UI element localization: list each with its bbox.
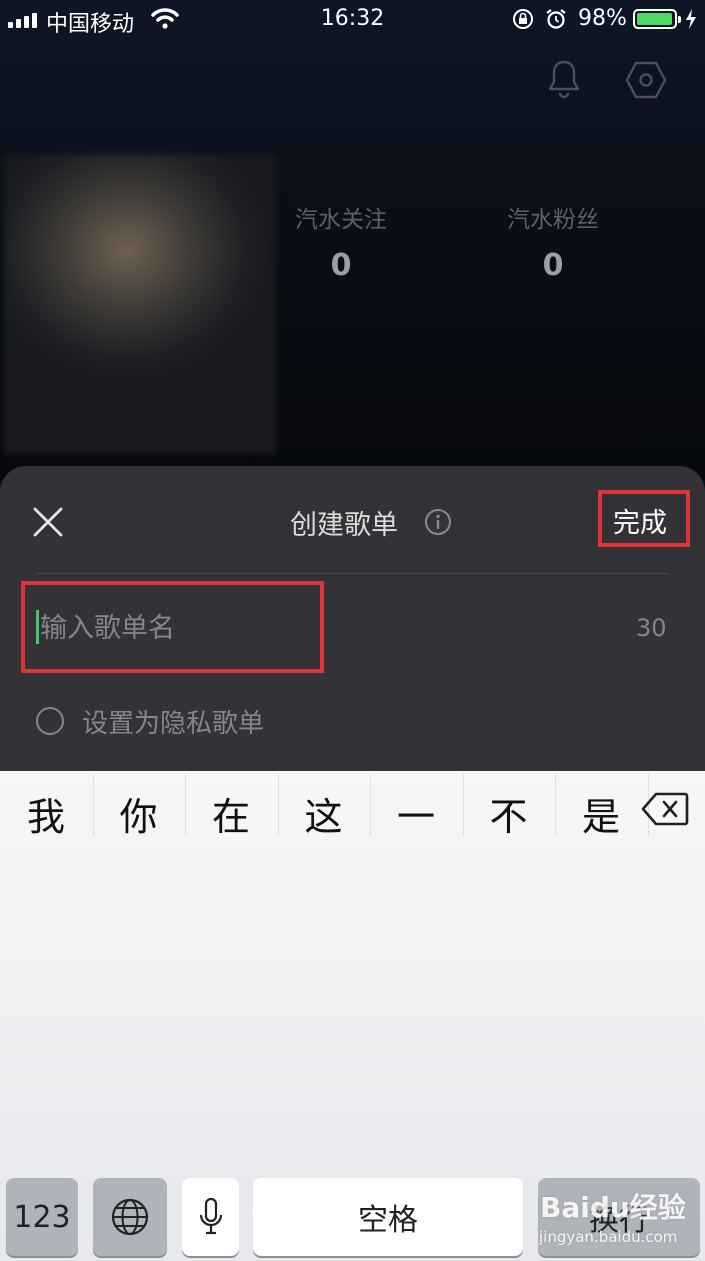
globe-icon xyxy=(111,1198,149,1236)
rotation-lock-icon xyxy=(513,9,533,29)
following-count: 0 xyxy=(330,248,352,283)
avatar[interactable] xyxy=(4,154,276,454)
private-label[interactable]: 设置为隐私歌单 xyxy=(82,703,264,740)
following-stat[interactable]: 汽水关注 0 xyxy=(261,200,421,283)
char-limit-counter: 30 xyxy=(636,614,667,642)
candidate-word[interactable]: 不 xyxy=(463,786,555,841)
space-key[interactable]: 空格 xyxy=(253,1178,523,1256)
dialog-title: 创建歌单 xyxy=(290,510,398,541)
bell-icon[interactable] xyxy=(545,58,583,100)
candidate-word[interactable]: 在 xyxy=(185,786,277,841)
candidate-word[interactable]: 是 xyxy=(555,786,647,841)
private-radio[interactable] xyxy=(36,707,64,735)
divider xyxy=(36,573,669,574)
globe-key[interactable] xyxy=(93,1178,167,1256)
watermark-brand: Baidu经验 xyxy=(540,1191,686,1224)
fans-stat[interactable]: 汽水粉丝 0 xyxy=(473,200,633,283)
done-highlight-box xyxy=(598,490,690,547)
candidate-word[interactable]: 我 xyxy=(0,786,92,841)
battery-icon xyxy=(633,9,681,29)
fans-label: 汽水粉丝 xyxy=(507,207,599,233)
candidate-word[interactable]: 这 xyxy=(278,786,370,841)
candidate-word[interactable]: 你 xyxy=(93,786,185,841)
mic-key[interactable] xyxy=(182,1178,239,1256)
fans-count: 0 xyxy=(542,248,564,283)
charging-icon xyxy=(686,9,696,29)
alarm-icon xyxy=(546,9,566,29)
microphone-icon xyxy=(199,1197,222,1235)
close-icon[interactable] xyxy=(30,504,66,540)
following-label: 汽水关注 xyxy=(295,207,387,233)
numbers-key[interactable]: 123 xyxy=(6,1178,78,1256)
battery-percent: 98% xyxy=(578,6,627,31)
backspace-icon[interactable] xyxy=(640,790,690,828)
info-icon[interactable] xyxy=(424,508,452,536)
watermark-url: jingyan.baidu.com xyxy=(539,1228,678,1246)
settings-icon[interactable] xyxy=(624,58,668,102)
candidate-word[interactable]: 一 xyxy=(370,786,462,841)
input-highlight-box xyxy=(21,581,324,673)
status-bar: 中国移动 16:32 98% xyxy=(0,0,705,40)
